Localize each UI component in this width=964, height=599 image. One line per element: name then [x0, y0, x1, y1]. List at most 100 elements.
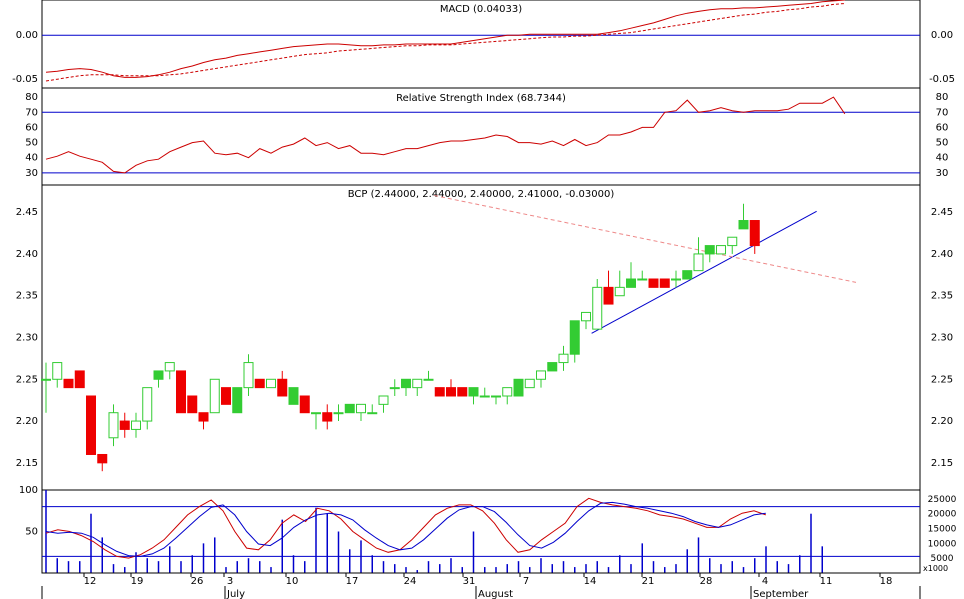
y-tick-label-right: 70 — [936, 107, 949, 118]
candle-body — [119, 420, 130, 430]
candle — [63, 378, 74, 389]
candle-body — [434, 387, 445, 397]
x-day-label: 3 — [227, 576, 233, 587]
candle — [221, 387, 231, 405]
candle-body — [569, 320, 580, 355]
y-tick-label-right: 50 — [936, 138, 949, 149]
candle — [187, 395, 198, 414]
candle-body — [671, 278, 681, 281]
candle-body — [536, 370, 546, 380]
x-day-label: 4 — [762, 576, 768, 587]
y-tick-label-right: 80 — [936, 92, 949, 103]
x-month-label: September — [753, 589, 809, 599]
x-month-label: July — [226, 589, 245, 599]
candle-body — [491, 395, 501, 398]
x-day-label: 17 — [346, 576, 359, 587]
candle-body — [389, 387, 400, 390]
candle-body — [243, 362, 254, 389]
candle — [74, 370, 85, 389]
candle-body — [468, 387, 479, 397]
y-tick-label-right: -0.05 — [929, 74, 955, 85]
candle-body — [187, 395, 198, 414]
candle — [682, 270, 693, 280]
y-tick-label-left: 70 — [25, 107, 38, 118]
y-tick-label-left: 50 — [25, 138, 38, 149]
candle-body — [41, 378, 51, 381]
x-day-label: 28 — [700, 576, 713, 587]
x-day-label: 7 — [523, 576, 529, 587]
y-tick-label-left: -0.05 — [12, 74, 38, 85]
candle-body — [446, 387, 456, 397]
y-tick-label-left: 2.20 — [16, 416, 38, 427]
y-tick-label-right: 2.40 — [931, 249, 953, 260]
candle-body — [333, 412, 344, 415]
candle-body — [614, 286, 625, 297]
y-tick-label-right: 2.20 — [931, 416, 953, 427]
candle-body — [637, 278, 648, 281]
x-day-label: 18 — [880, 576, 893, 587]
candle-body — [592, 286, 603, 330]
candle — [299, 395, 310, 414]
candle-body — [322, 412, 333, 422]
x-day-label: 19 — [131, 576, 144, 587]
candle-body — [682, 270, 693, 280]
candle-body — [176, 370, 186, 414]
y-tick-label-left: 2.30 — [16, 333, 38, 344]
candle-body — [52, 362, 63, 380]
candle-body — [659, 278, 670, 288]
candle-body — [547, 362, 558, 372]
stoch-panel: 100 50 25000 20000 15000 10000 5000 x1000 — [19, 485, 957, 574]
y-tick-label-right: 40 — [936, 153, 949, 164]
y-tick-label-left: 60 — [25, 122, 38, 133]
y-tick-label-left: 2.45 — [16, 207, 38, 218]
candle — [434, 387, 445, 397]
y-tick-label-left: 2.35 — [16, 291, 38, 302]
candle-body — [288, 387, 299, 405]
candle-body — [86, 395, 96, 455]
x-day-label: 26 — [191, 576, 204, 587]
x-axis-ticks: 12 19 26 3 10 17 24 31 7 14 21 28 4 11 18 July August Sep… — [41, 573, 921, 599]
price-panel: BCP (2.44000, 2.44000, 2.40000, 2.41000,… — [16, 184, 953, 491]
candle-body — [311, 412, 321, 415]
x-month-label: August — [478, 589, 513, 599]
candle — [232, 387, 243, 414]
candle-body — [716, 245, 726, 255]
candle-body — [367, 412, 378, 415]
volume-unit-label: x1000 — [923, 564, 948, 573]
candle-body — [221, 387, 231, 405]
candle — [176, 370, 186, 414]
candle-body — [412, 378, 423, 389]
y-tick-label-right: 25000 — [928, 495, 957, 505]
x-day-label: 12 — [84, 576, 97, 587]
macd-panel: MACD (0.04033) 0.00 0.00 -0.05 -0.05 — [12, 0, 955, 89]
candle — [254, 378, 265, 389]
candle-body — [356, 403, 366, 414]
y-tick-label-right: 15000 — [928, 525, 957, 535]
candle-body — [648, 278, 659, 288]
candle-body — [254, 378, 265, 389]
candle-body — [626, 278, 636, 288]
x-day-label: 11 — [820, 576, 833, 587]
y-tick-label-left: 50 — [25, 527, 38, 538]
candle-body — [131, 420, 141, 430]
y-tick-label-right: 10000 — [928, 539, 957, 549]
candle-body — [153, 370, 164, 380]
candle-body — [209, 378, 220, 414]
candle-body — [457, 387, 468, 397]
y-tick-label-left: 2.40 — [16, 249, 38, 260]
candle — [513, 378, 524, 397]
y-tick-label-left: 40 — [25, 153, 38, 164]
candle-body — [513, 378, 524, 397]
candle-body — [344, 403, 355, 414]
candle — [209, 378, 220, 414]
y-tick-label-right: 2.45 — [931, 207, 953, 218]
y-tick-label-left: 2.25 — [16, 374, 38, 385]
candle-body — [63, 378, 74, 389]
candle-body — [524, 378, 535, 389]
stoch-frame — [41, 489, 921, 574]
y-tick-label-right: 20000 — [928, 510, 957, 520]
candle-body — [401, 378, 411, 389]
x-day-label: 10 — [286, 576, 299, 587]
candle-body — [603, 286, 614, 305]
chart-canvas: MACD (0.04033) 0.00 0.00 -0.05 -0.05 Relati… — [12, 0, 957, 599]
